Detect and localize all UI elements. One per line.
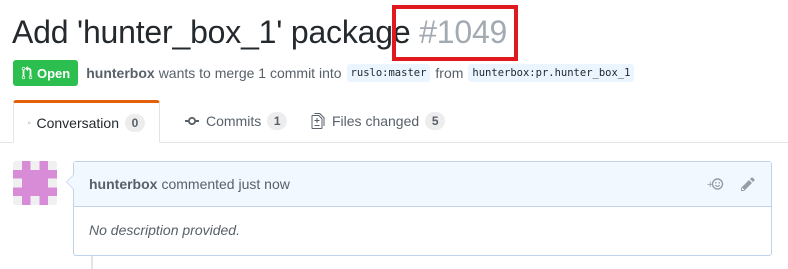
comment-header: hunterbox commented just now +: [74, 162, 771, 207]
tab-conversation[interactable]: Conversation 0: [13, 100, 160, 143]
author-link[interactable]: hunterbox: [86, 65, 154, 81]
comment-actions: +: [702, 176, 756, 192]
tab-commits[interactable]: Commits 1: [170, 100, 301, 142]
pr-tabs: Conversation 0 Commits 1 Files changed 5: [0, 100, 788, 143]
git-pull-request-icon: [21, 66, 33, 80]
identicon-avatar: [13, 161, 57, 205]
tab-files-changed-count: 5: [425, 112, 446, 130]
tab-commits-label: Commits: [206, 113, 262, 129]
merge-text: wants to merge 1 commit into: [158, 65, 342, 81]
comment-box: hunterbox commented just now + No descri…: [66, 161, 772, 256]
state-label: Open: [37, 65, 71, 81]
comment-body: No description provided.: [89, 222, 240, 238]
timeline-line: [91, 256, 93, 269]
pr-meta: Open hunterbox wants to merge 1 commit i…: [13, 60, 639, 86]
tab-files-changed-label: Files changed: [332, 113, 420, 129]
state-badge: Open: [13, 60, 79, 86]
edit-pencil-icon[interactable]: [740, 176, 756, 192]
avatar[interactable]: [13, 161, 57, 205]
file-diff-icon: [311, 113, 325, 129]
base-branch[interactable]: ruslo:master: [346, 64, 431, 82]
git-commit-icon: [185, 117, 199, 125]
pr-title-text: Add 'hunter_box_1' package: [12, 14, 411, 50]
tab-commits-count: 1: [267, 112, 288, 130]
tab-conversation-label: Conversation: [36, 114, 120, 131]
comment-timestamp: commented just now: [161, 176, 290, 192]
comment-author[interactable]: hunterbox: [89, 176, 157, 192]
head-branch[interactable]: hunterbox:pr.hunter_box_1: [468, 64, 635, 82]
tab-conversation-count: 0: [125, 113, 145, 132]
from-text: from: [435, 65, 464, 81]
tab-files-changed[interactable]: Files changed 5: [296, 100, 459, 142]
highlight-annotation-box: [392, 5, 518, 61]
add-reaction-icon[interactable]: +: [702, 176, 728, 192]
comment-discussion-icon: [28, 121, 31, 124]
